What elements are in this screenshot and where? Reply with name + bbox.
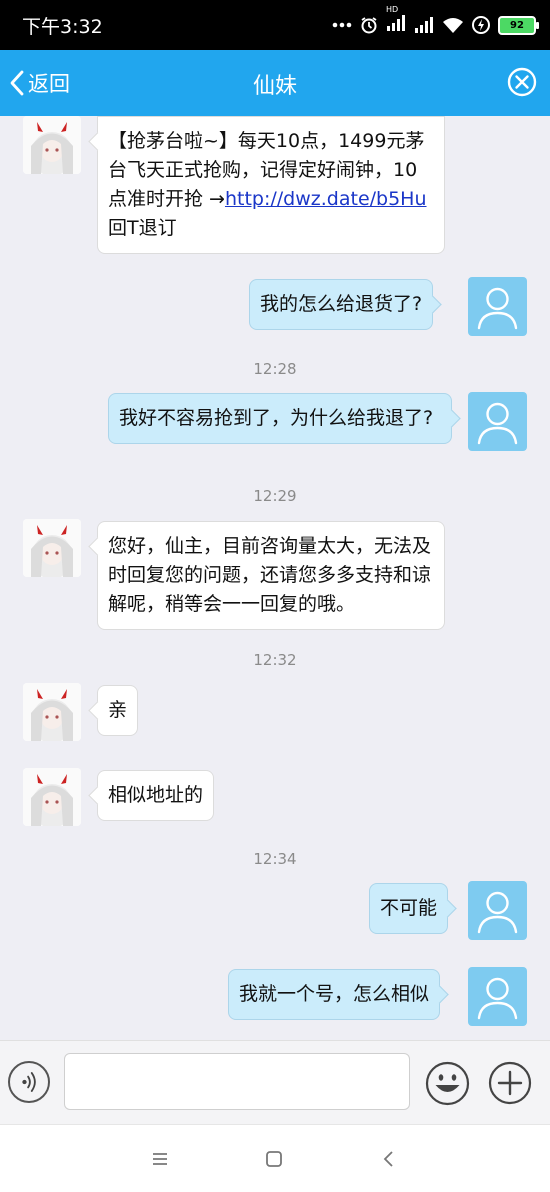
chat-area[interactable]: 【抢茅台啦~】每天10点，1499元茅台飞天正式抢购，记得定好闹钟，10点准时开… (0, 116, 550, 1040)
message-bubble-incoming[interactable]: 【抢茅台啦~】每天10点，1499元茅台飞天正式抢购，记得定好闹钟，10点准时开… (97, 116, 445, 254)
battery-level: 92 (510, 19, 524, 31)
message-text: 不可能 (380, 897, 438, 919)
message-text: 亲 (108, 699, 128, 721)
close-circle-icon[interactable] (507, 67, 537, 97)
message-bubble-outgoing[interactable]: 我好不容易抢到了，为什么给我退了? (108, 393, 452, 444)
self-avatar[interactable] (468, 881, 527, 940)
system-nav-bar (0, 1124, 550, 1192)
wifi-icon (443, 18, 463, 33)
more-dots-icon (332, 22, 352, 28)
message-text: 我就一个号，怎么相似 (239, 983, 430, 1005)
anime-girl-avatar-icon (23, 116, 81, 174)
alarm-icon (361, 17, 377, 34)
voice-icon[interactable] (8, 1061, 50, 1103)
message-bubble-incoming[interactable]: 亲 (97, 685, 139, 736)
message-bubble-incoming[interactable]: 相似地址的 (97, 770, 215, 821)
message-text: 回T退订 (108, 217, 177, 239)
menu-icon[interactable] (148, 1147, 172, 1171)
message-bubble-outgoing[interactable]: 我的怎么给退货了? (249, 279, 434, 330)
status-icons: HD 92 (332, 5, 539, 36)
timestamp: 12:34 (253, 850, 297, 868)
contact-avatar[interactable] (23, 683, 81, 741)
self-avatar[interactable] (468, 392, 527, 451)
timestamp: 12:32 (253, 651, 297, 669)
plus-icon[interactable] (488, 1061, 532, 1105)
user-avatar-icon (477, 287, 518, 330)
anime-girl-avatar-icon (23, 768, 81, 826)
back-icon[interactable] (377, 1147, 401, 1171)
user-avatar-icon (477, 402, 518, 445)
app-header: 返回 仙妹 (0, 50, 550, 116)
network-badge: HD (386, 5, 399, 14)
message-text: 我的怎么给退货了? (260, 293, 423, 315)
user-avatar-icon (477, 891, 518, 934)
timestamp: 12:29 (253, 487, 297, 505)
message-text: 相似地址的 (108, 784, 204, 806)
signal-hd-icon: HD (386, 5, 406, 36)
status-bar: 下午3:32 HD 92 (0, 0, 550, 50)
chat-title: 仙妹 (252, 74, 297, 99)
self-avatar[interactable] (468, 967, 527, 1026)
self-avatar[interactable] (468, 277, 527, 336)
message-bubble-outgoing[interactable]: 我就一个号，怎么相似 (228, 969, 441, 1020)
contact-avatar[interactable] (23, 519, 81, 577)
message-bubble-outgoing[interactable]: 不可能 (369, 883, 449, 934)
contact-avatar[interactable] (23, 116, 81, 174)
timestamp: 12:28 (253, 360, 297, 378)
message-bubble-incoming[interactable]: 您好，仙主，目前咨询量太大，无法及时回复您的问题，还请您多多支持和谅解呢，稍等会… (97, 521, 445, 630)
emoji-icon[interactable] (425, 1061, 470, 1106)
anime-girl-avatar-icon (23, 519, 81, 577)
charging-icon (472, 16, 490, 34)
user-avatar-icon (477, 977, 518, 1020)
message-input[interactable] (64, 1053, 410, 1110)
contact-avatar[interactable] (23, 768, 81, 826)
battery-icon: 92 (498, 15, 539, 35)
message-link[interactable]: http://dwz.date/b5Hu (225, 188, 427, 210)
message-text: 您好，仙主，目前咨询量太大，无法及时回复您的问题，还请您多多支持和谅解呢，稍等会… (108, 535, 432, 615)
signal-icon (415, 17, 433, 33)
message-text: 我好不容易抢到了，为什么给我退了? (119, 407, 434, 429)
anime-girl-avatar-icon (23, 683, 81, 741)
home-icon[interactable] (262, 1147, 286, 1171)
input-bar (0, 1040, 550, 1125)
status-time: 下午3:32 (22, 16, 103, 38)
